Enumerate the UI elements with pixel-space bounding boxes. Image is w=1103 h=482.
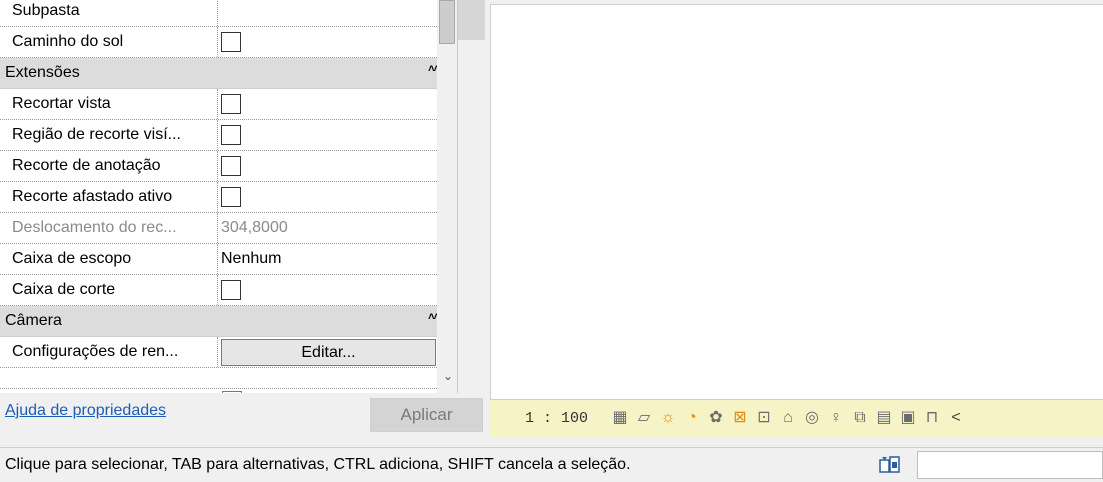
crop-view-icon[interactable]: ⊠ — [730, 408, 750, 428]
properties-help-link[interactable]: Ajuda de propriedades — [5, 402, 166, 420]
category-header[interactable]: Extensões ˄˄ — [0, 58, 457, 89]
property-label: Caixa de escopo — [12, 244, 218, 274]
property-label: Recortar vista — [12, 89, 218, 119]
property-checkbox[interactable] — [221, 156, 241, 176]
property-label: Recorte de anotação — [12, 151, 218, 181]
category-label: Câmera — [5, 312, 62, 329]
property-checkbox[interactable] — [221, 125, 241, 145]
selection-filter-icon[interactable] — [878, 454, 902, 476]
detail-level-icon[interactable]: ▦ — [610, 408, 630, 428]
property-label: Deslocamento do rec... — [12, 213, 218, 243]
property-value — [221, 27, 455, 57]
property-value — [221, 275, 455, 305]
view-scale[interactable]: 1 : 100 — [525, 400, 588, 438]
property-row: Caixa de corte — [0, 275, 457, 306]
property-label: Região de recorte visí... — [12, 120, 218, 150]
property-row-partial — [0, 388, 457, 393]
temporary-view-properties-icon[interactable]: ▤ — [874, 408, 894, 428]
show-analytical-model-icon[interactable]: ▣ — [898, 408, 918, 428]
visual-style-icon[interactable]: ▱ — [634, 408, 654, 428]
scroll-down-arrow-icon[interactable]: ⌄ — [440, 368, 456, 384]
property-row: Recortar vista — [0, 89, 457, 120]
property-checkbox[interactable] — [221, 94, 241, 114]
view-control-bar: 1 : 100 ▦ ▱ ☼ ◔ ✿ ⊠ ⊡ ⌂ ◎ ♀ ⧉ ▤ ▣ ⊓ < — [490, 399, 1103, 438]
unlocked-3d-view-icon[interactable]: ⌂ — [778, 408, 798, 428]
property-row: Caixa de escopo Nenhum — [0, 244, 457, 275]
property-row: Deslocamento do rec... 304,8000 — [0, 213, 457, 244]
property-value — [221, 89, 455, 119]
property-label: Recorte afastado ativo — [12, 182, 218, 212]
property-checkbox[interactable] — [222, 391, 242, 393]
rendering-icon[interactable]: ✿ — [706, 408, 726, 428]
property-value[interactable]: Nenhum — [221, 244, 455, 274]
worksharing-display-icon[interactable]: ⧉ — [850, 408, 870, 428]
property-row: Recorte afastado ativo — [0, 182, 457, 213]
property-row: Subpasta — [0, 0, 457, 27]
property-label: Caixa de corte — [12, 275, 218, 305]
property-value — [221, 182, 455, 212]
property-value — [221, 120, 455, 150]
edit-render-settings-button[interactable]: Editar... — [221, 339, 436, 366]
highlight-displacement-icon[interactable]: ⊓ — [922, 408, 942, 428]
property-value: 304,8000 — [221, 219, 288, 236]
more-chevron-icon[interactable]: < — [946, 408, 966, 428]
drawing-area[interactable] — [490, 4, 1103, 399]
sun-path-icon[interactable]: ☼ — [658, 408, 678, 428]
property-row: Recorte de anotação — [0, 151, 457, 182]
property-checkbox[interactable] — [221, 187, 241, 207]
property-row: Região de recorte visí... — [0, 120, 457, 151]
shadows-icon[interactable]: ◔ — [682, 408, 702, 428]
status-bar: Clique para selecionar, TAB para alterna… — [0, 447, 1103, 482]
property-label: Configurações de ren... — [12, 337, 218, 367]
scrollbar-thumb[interactable] — [439, 0, 455, 44]
temporary-hide-icon[interactable]: ◎ — [802, 408, 822, 428]
property-checkbox[interactable] — [221, 280, 241, 300]
property-label: Subpasta — [12, 0, 218, 26]
properties-scrollbar[interactable]: ⌄ — [437, 0, 457, 393]
property-row: Caminho do sol — [0, 27, 457, 58]
properties-grid: Subpasta Caminho do sol Extensões ˄˄ Recorta… — [0, 0, 458, 393]
property-row: Configurações de ren... Editar... — [0, 337, 457, 368]
category-label: Extensões — [5, 64, 80, 81]
reveal-hidden-icon[interactable]: ♀ — [826, 408, 846, 428]
crop-region-icon[interactable]: ⊡ — [754, 408, 774, 428]
property-value — [221, 151, 455, 181]
properties-palette: Subpasta Caminho do sol Extensões ˄˄ Recorta… — [0, 0, 485, 437]
view-control-icons: ▦ ▱ ☼ ◔ ✿ ⊠ ⊡ ⌂ ◎ ♀ ⧉ ▤ ▣ ⊓ < — [610, 408, 966, 430]
status-message: Clique para selecionar, TAB para alterna… — [5, 456, 631, 473]
pane-divider — [458, 0, 485, 40]
property-value[interactable] — [221, 0, 455, 26]
status-selection-field[interactable] — [917, 451, 1103, 479]
property-label: Caminho do sol — [12, 27, 218, 57]
apply-button[interactable]: Aplicar — [370, 398, 483, 432]
property-checkbox[interactable] — [221, 32, 241, 52]
category-header[interactable]: Câmera ˄˄ — [0, 306, 457, 337]
